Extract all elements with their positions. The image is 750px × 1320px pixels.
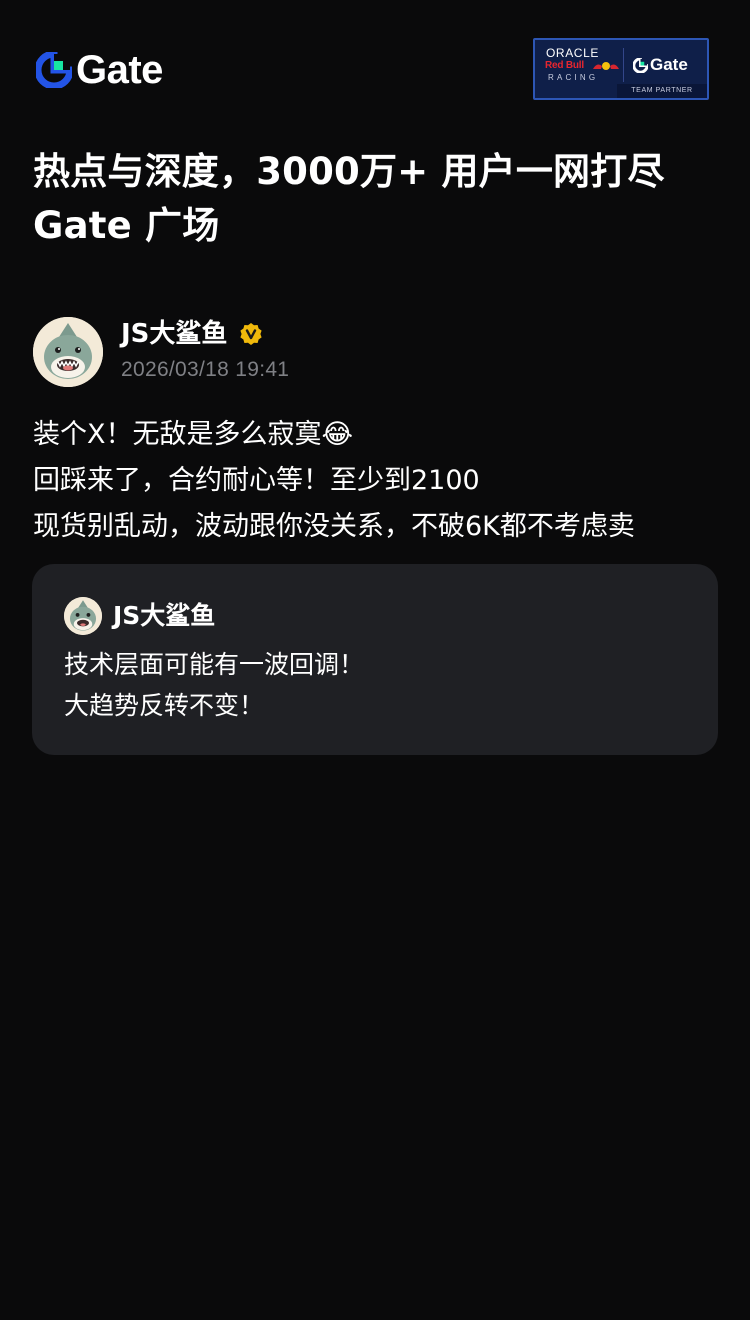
partner-gate-logo: Gate [633,55,688,75]
partner-badge: ORACLE Red Bull RACING Gate TEAM PARTNER [533,38,709,100]
quoted-author-name[interactable]: JS大鲨鱼 [113,597,215,635]
author-avatar[interactable] [33,317,103,387]
post-content: 装个X！无敌是多么寂寞😂 回踩来了，合约耐心等！至少到2100 现货别乱动，波动… [33,412,723,550]
gate-mini-icon [633,57,648,73]
shark-avatar-icon [64,597,102,635]
logo-wordmark: Gate [76,48,163,92]
partner-team-text: TEAM PARTNER [617,84,707,98]
quoted-line-2: 大趋势反转不变！ [64,691,265,720]
page-headline: 热点与深度，3000万+ 用户一网打尽 Gate 广场 [33,145,723,253]
partner-redbull-text: Red Bull [545,60,584,71]
headline-line-2: Gate 广场 [33,204,220,247]
partner-oracle-text: ORACLE [546,46,599,60]
post-line-3: 现货别乱动，波动跟你没关系，不破6K都不考虑卖 [33,511,635,542]
quoted-line-1: 技术层面可能有一波回调！ [64,650,365,679]
redbull-bulls-icon [593,62,619,70]
partner-divider [623,48,624,82]
partner-racing-text: RACING [548,73,599,82]
shark-avatar-icon [33,317,103,387]
gate-logo[interactable]: Gate [36,50,163,90]
header: Gate ORACLE Red Bull RACING Gate TEAM PA… [0,0,750,130]
quoted-post-card[interactable]: JS大鲨鱼 技术层面可能有一波回调！ 大趋势反转不变！ [32,564,718,755]
headline-line-1: 热点与深度，3000万+ 用户一网打尽 [33,150,665,193]
author-name[interactable]: JS大鲨鱼 [121,316,263,352]
quoted-author-avatar[interactable] [64,597,102,635]
post-line-1: 装个X！无敌是多么寂寞😂 [33,419,354,450]
gate-logo-icon [36,52,72,88]
post-timestamp: 2026/03/18 19:41 [121,358,290,381]
post-line-2: 回踩来了，合约耐心等！至少到2100 [33,465,480,496]
quoted-post-content: 技术层面可能有一波回调！ 大趋势反转不变！ [64,644,684,726]
verified-badge-icon [240,323,263,345]
author-name-text: JS大鲨鱼 [121,319,228,349]
partner-gate-text: Gate [650,55,688,74]
